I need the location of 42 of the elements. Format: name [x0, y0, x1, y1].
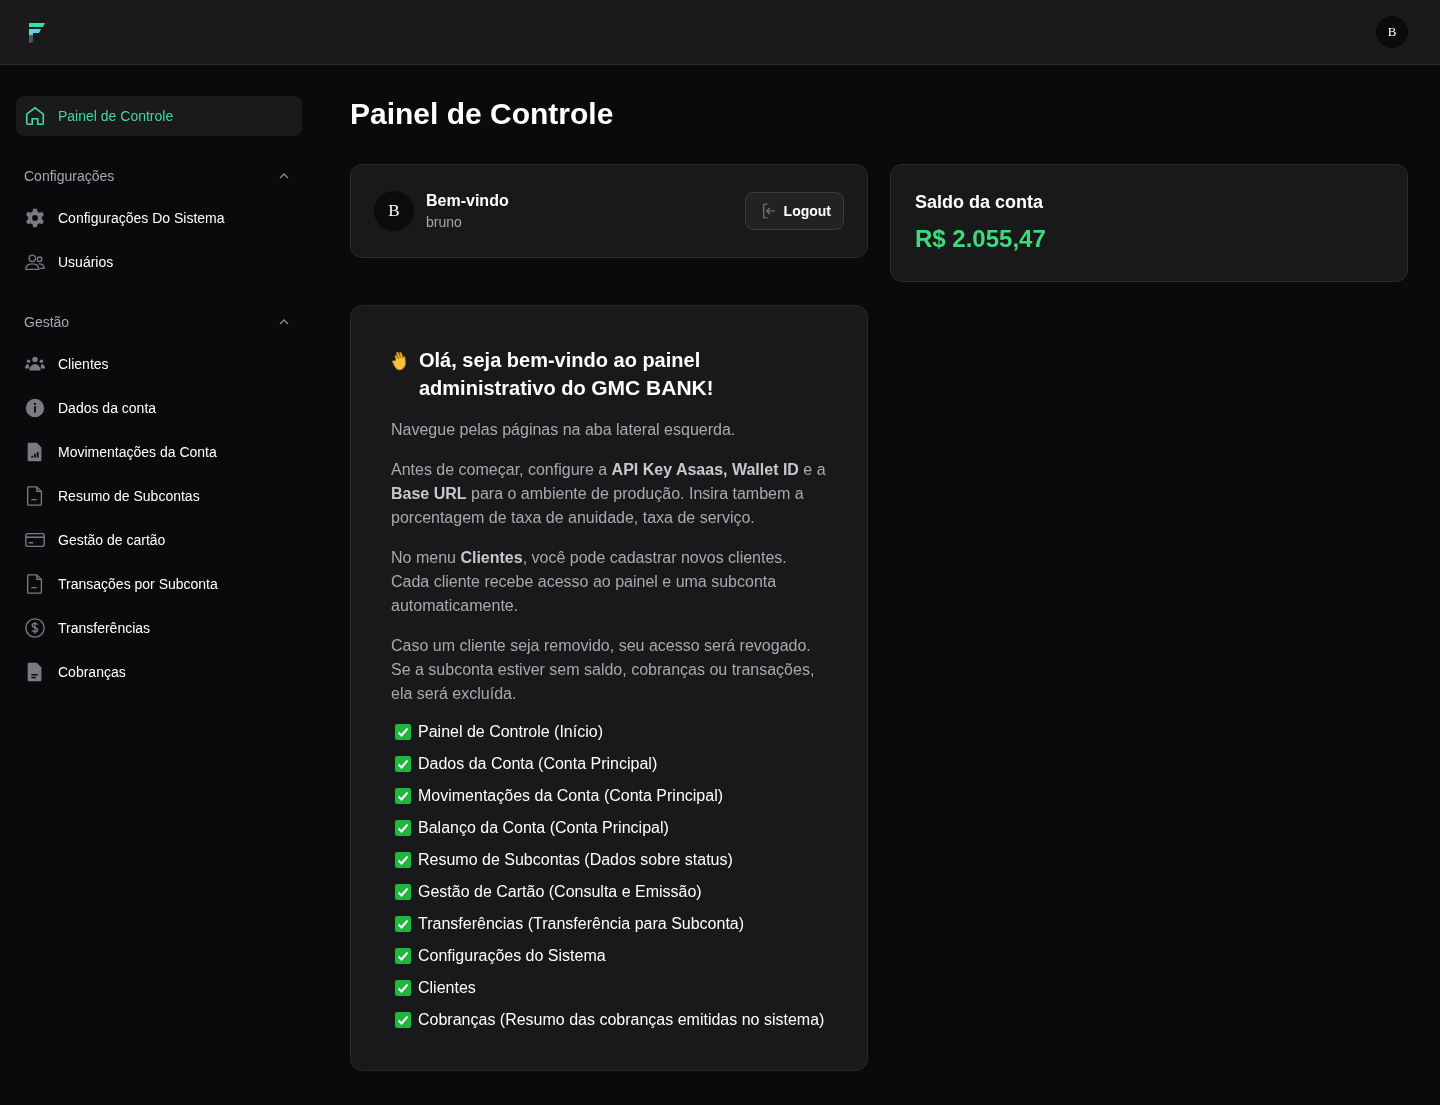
- nav-item[interactable]: Configurações Do Sistema: [16, 198, 302, 238]
- intro-heading: Olá, seja bem-vindo ao painel administrativo do GMC BANK!: [419, 348, 715, 401]
- checklist-item: Movimentações da Conta (Conta Principal): [418, 787, 724, 805]
- info-icon: [24, 397, 46, 419]
- checklist-item: Balanço da Conta (Conta Principal): [418, 819, 669, 837]
- user-avatar[interactable]: B: [1376, 16, 1408, 48]
- nav-item[interactable]: Resumo de Subcontas: [16, 476, 302, 516]
- page-title: Painel de Controle: [350, 96, 615, 132]
- checklist-item: Transferências (Transferência para Subconta): [418, 915, 745, 933]
- home-icon: [24, 105, 46, 127]
- nav-item[interactable]: Gestão de cartão: [16, 520, 302, 560]
- greeting-text: Bem-vindo: [426, 192, 510, 210]
- checklist-item: Configurações do Sistema: [418, 947, 606, 965]
- paragraph: Caso um cliente seja removido, seu acesso será revogado. Se a subconta estiver sem saldo, cobranças ou transações, ela será excluída.: [391, 636, 816, 704]
- nav-item[interactable]: Dados da conta: [16, 388, 302, 428]
- nav-item[interactable]: Cobranças: [16, 652, 302, 692]
- nav-item[interactable]: Transferências: [16, 608, 302, 648]
- checklist-item: Gestão de Cartão (Consulta e Emissão): [418, 883, 702, 901]
- nav-item[interactable]: Transações por Subconta: [16, 564, 302, 604]
- section-title: Configurações: [24, 168, 115, 184]
- paragraph: Navegue pelas páginas na aba lateral esquerda.: [391, 420, 737, 440]
- checklist-item: Dados da Conta (Conta Principal): [418, 755, 658, 773]
- nav-item[interactable]: Movimentações da Conta: [16, 432, 302, 472]
- checklist-item: Painel de Controle (Início): [418, 723, 603, 741]
- user-avatar: B: [374, 191, 414, 231]
- logo-icon: [26, 21, 46, 43]
- dollar-icon: [24, 617, 46, 639]
- checklist-item: Clientes: [418, 979, 476, 997]
- logout-button[interactable]: Logout: [744, 192, 844, 230]
- checklist-item: Resumo de Subcontas (Dados sobre status): [418, 851, 733, 869]
- checklist-item: Cobranças (Resumo das cobranças emitidas no sistema): [418, 1011, 825, 1029]
- section-title: Gestão: [24, 314, 70, 330]
- paragraph: No menu Clientes, você pode cadastrar novos clientes. Cada cliente recebe acesso ao painel e uma subconta automaticamente.: [391, 548, 788, 616]
- users-icon: [24, 251, 46, 273]
- nav-item[interactable]: Painel de Controle: [16, 96, 302, 136]
- settings-icon: [24, 207, 46, 229]
- username: bruno: [426, 214, 463, 230]
- balance-title: Saldo da conta: [915, 192, 1045, 213]
- paragraph: Antes de começar, configure a API Key Asaas, Wallet ID e a Base URL para o ambiente de produção. Insira tambem a porcentagem de taxa de anuidade, taxa de serviço.: [391, 460, 827, 528]
- nav-item[interactable]: Usuários: [16, 242, 302, 282]
- balance-amount: R$ 2.055,47: [915, 225, 1047, 253]
- nav-item[interactable]: Clientes: [16, 344, 302, 384]
